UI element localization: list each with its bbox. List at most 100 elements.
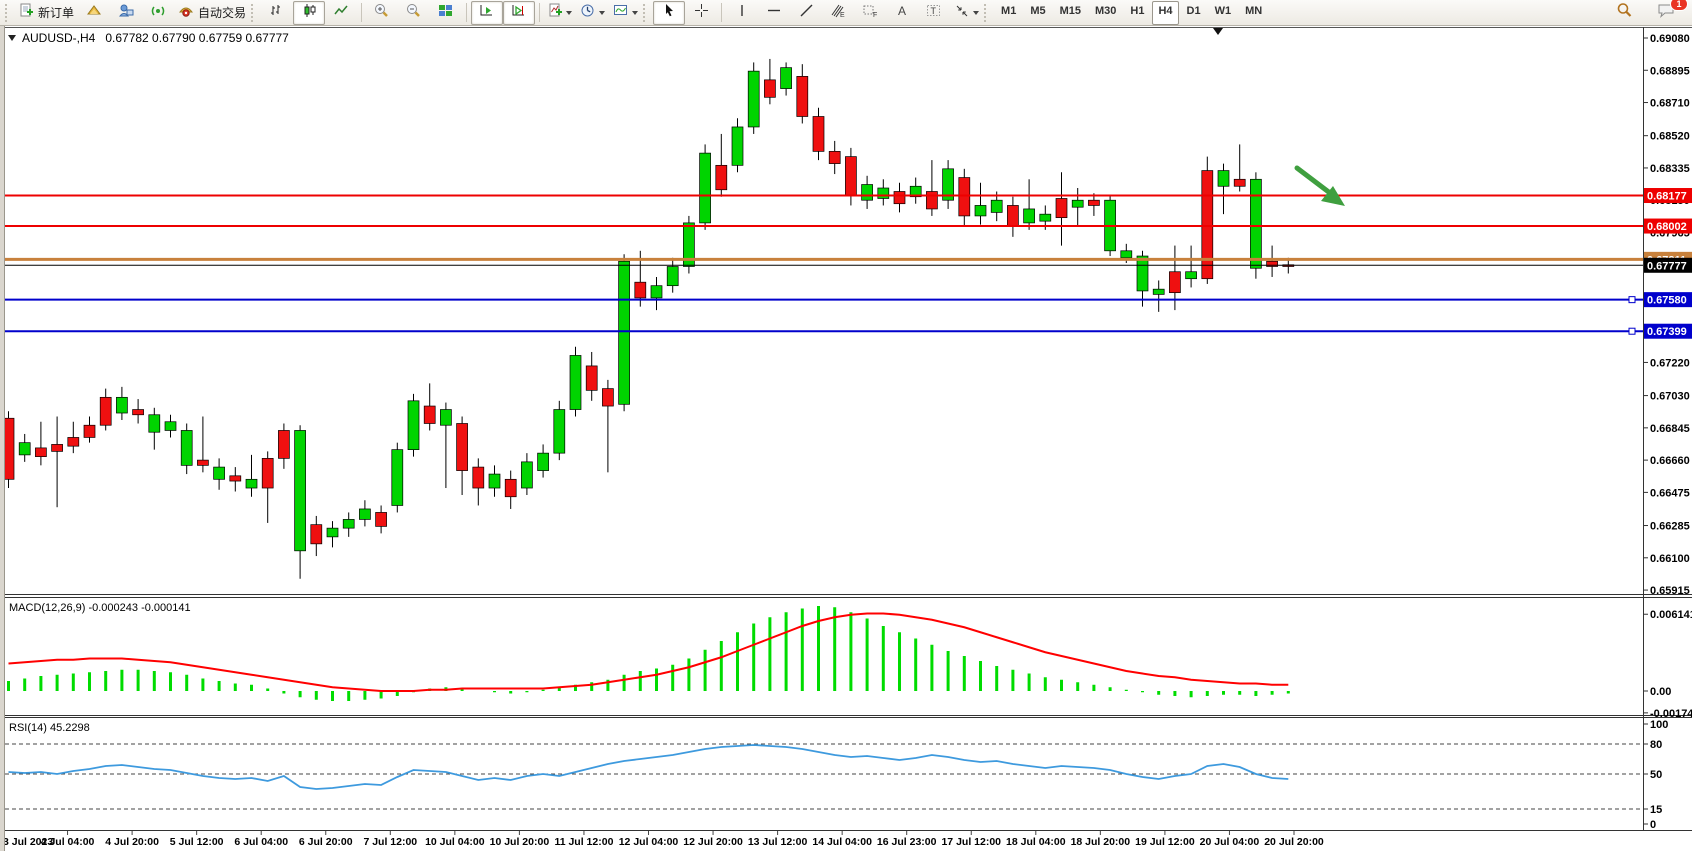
date-label: 4 Jul 04:00	[41, 836, 95, 848]
bear-candle	[230, 476, 241, 481]
bear-candle	[35, 448, 46, 457]
timeframe-M15[interactable]: M15	[1054, 1, 1087, 25]
timeframe-M30[interactable]: M30	[1089, 1, 1122, 25]
bear-candle	[311, 525, 322, 544]
date-label: 16 Jul 23:00	[877, 836, 937, 848]
bear-candle	[278, 430, 289, 458]
navigator-icon	[118, 3, 134, 23]
bear-candle	[133, 410, 144, 415]
bear-candle	[1234, 179, 1245, 186]
grid-button[interactable]: F	[854, 1, 886, 25]
bull-candle	[862, 185, 873, 201]
bear-candle	[100, 397, 111, 425]
templates-button[interactable]	[609, 1, 642, 25]
bear-candle	[926, 191, 937, 208]
cursor-icon	[662, 3, 676, 23]
horizontal-line-button[interactable]	[758, 1, 790, 25]
indicators-button[interactable]	[544, 1, 576, 25]
market-watch-button[interactable]	[78, 1, 110, 25]
bull-candle	[1137, 256, 1148, 291]
bear-candle	[52, 444, 63, 451]
auto-scroll-button[interactable]	[471, 1, 503, 25]
price-tick-label: 0.66845	[1650, 423, 1690, 435]
text-button[interactable]: A	[886, 1, 918, 25]
current-price-badge-label: 0.67777	[1647, 260, 1687, 272]
timeframe-H1[interactable]: H1	[1124, 1, 1150, 25]
bull-candle	[538, 453, 549, 470]
navigator-button[interactable]	[110, 1, 142, 25]
line-handle[interactable]	[1629, 297, 1635, 303]
bull-candle	[1186, 272, 1197, 279]
fibonacci-button[interactable]: E	[822, 1, 854, 25]
price-tick-label: 0.66100	[1650, 553, 1690, 565]
trendline-button[interactable]	[790, 1, 822, 25]
bull-candle	[651, 286, 662, 298]
signals-button[interactable]	[142, 1, 174, 25]
date-label: 7 Jul 12:00	[363, 836, 417, 848]
chat-button[interactable]: 1	[1650, 1, 1682, 25]
chart-canvas[interactable]: 0.690800.688950.687100.685200.683350.681…	[0, 0, 1692, 851]
bull-candle	[619, 261, 630, 404]
search-button[interactable]	[1608, 1, 1640, 25]
toolbar-grip[interactable]	[643, 4, 649, 22]
label-button[interactable]: T	[918, 1, 950, 25]
autotrade-icon	[178, 3, 194, 23]
fibonacci-icon: E	[830, 3, 846, 23]
bull-candle	[440, 410, 451, 426]
crosshair-button[interactable]	[685, 1, 717, 25]
zoom-in-button[interactable]	[366, 1, 398, 25]
date-label: 4 Jul 20:00	[105, 836, 159, 848]
bear-candle	[505, 479, 516, 496]
arrows-caret-icon[interactable]	[973, 11, 979, 15]
cursor-button[interactable]	[653, 1, 685, 25]
price-tick-label: 0.67220	[1650, 357, 1690, 369]
timeframe-MN[interactable]: MN	[1239, 1, 1268, 25]
timeframe-H4[interactable]: H4	[1152, 1, 1178, 25]
arrows-button[interactable]	[950, 1, 983, 25]
macd-tick-label: 0.00	[1650, 686, 1671, 698]
toolbar-grip[interactable]	[5, 4, 11, 22]
timeframe-M1[interactable]: M1	[995, 1, 1022, 25]
zoom-in-icon	[374, 3, 390, 23]
svg-text:F: F	[873, 12, 877, 18]
bear-candle	[68, 437, 79, 446]
bull-candle	[181, 430, 192, 465]
date-label: 19 Jul 12:00	[1135, 836, 1195, 848]
chart-shift-marker[interactable]	[1213, 28, 1223, 35]
bull-candle	[975, 205, 986, 215]
line-chart-button[interactable]	[325, 1, 357, 25]
bar-chart-button[interactable]	[261, 1, 293, 25]
arrows-icon	[954, 3, 970, 23]
macd-label: MACD(12,26,9) -0.000243 -0.000141	[9, 602, 191, 614]
indicators-caret-icon[interactable]	[566, 11, 572, 15]
rsi-tick-label: 80	[1650, 739, 1662, 751]
candlestick-chart-button[interactable]	[293, 1, 325, 25]
date-label: 6 Jul 20:00	[299, 836, 353, 848]
timeframe-W1[interactable]: W1	[1209, 1, 1238, 25]
bull-candle	[408, 401, 419, 450]
line-handle[interactable]	[1629, 328, 1635, 334]
new-order-button[interactable]: 新订单	[15, 1, 78, 25]
timeframe-M5[interactable]: M5	[1024, 1, 1051, 25]
date-label: 12 Jul 04:00	[619, 836, 679, 848]
toolbar-grip[interactable]	[984, 4, 990, 22]
svg-text:A: A	[898, 4, 906, 18]
timeframe-D1[interactable]: D1	[1181, 1, 1207, 25]
zoom-out-button[interactable]	[398, 1, 430, 25]
periods-button[interactable]	[576, 1, 609, 25]
chat-unread-badge: 1	[1670, 0, 1688, 11]
chart-shift-button[interactable]	[503, 1, 535, 25]
templates-caret-icon[interactable]	[632, 11, 638, 15]
bear-candle	[959, 178, 970, 216]
bull-candle	[1250, 179, 1261, 268]
toolbar-grip[interactable]	[251, 4, 257, 22]
symbol-dropdown-icon[interactable]	[8, 35, 16, 41]
tile-windows-button[interactable]	[430, 1, 462, 25]
rsi-tick-label: 50	[1650, 769, 1662, 781]
vertical-line-button[interactable]	[726, 1, 758, 25]
bull-candle	[343, 519, 354, 528]
periods-caret-icon[interactable]	[599, 11, 605, 15]
bull-candle	[521, 462, 532, 488]
autotrade-button[interactable]: 自动交易	[174, 1, 250, 25]
rsi-tick-label: 100	[1650, 719, 1668, 731]
